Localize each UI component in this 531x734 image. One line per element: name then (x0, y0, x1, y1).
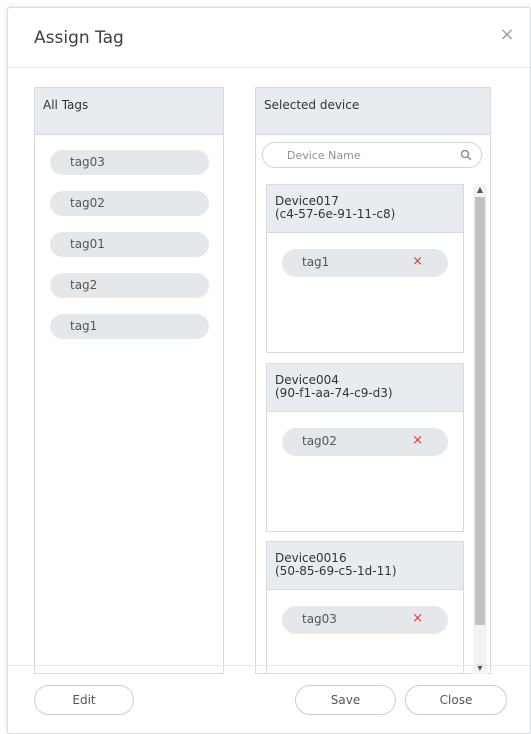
scroll-down-arrow-icon[interactable]: ▼ (473, 662, 487, 674)
scroll-thumb[interactable] (475, 197, 485, 625)
remove-tag-icon[interactable]: × (412, 254, 423, 269)
selected-device-panel: Selected device Device017 (c4-57-6e-91-1… (255, 87, 491, 674)
all-tags-header: All Tags (35, 88, 223, 135)
all-tags-panel: All Tags tag03 tag02 tag01 tag2 tag1 (34, 87, 224, 674)
remove-tag-icon[interactable]: × (412, 433, 423, 448)
device-search-input[interactable] (287, 147, 457, 163)
device-mac: (90-f1-aa-74-c9-d3) (275, 386, 393, 400)
scroll-up-arrow-icon[interactable]: ▲ (473, 184, 487, 196)
tag-item[interactable]: tag03 (50, 150, 209, 175)
device-mac: (c4-57-6e-91-11-c8) (275, 207, 396, 221)
tag-item[interactable]: tag02 (50, 191, 209, 216)
footer-divider (8, 665, 530, 666)
device-mac: (50-85-69-c5-1d-11) (275, 564, 397, 578)
assigned-tag: tag03 × (282, 606, 448, 634)
device-search-box (262, 142, 482, 168)
device-header: Device0016 (50-85-69-c5-1d-11) (267, 542, 463, 590)
selected-device-header: Selected device (256, 88, 490, 135)
assigned-tag-label: tag1 (302, 255, 330, 269)
device-header: Device004 (90-f1-aa-74-c9-d3) (267, 364, 463, 412)
edit-button[interactable]: Edit (34, 685, 134, 715)
remove-tag-icon[interactable]: × (412, 611, 423, 626)
assigned-tag-label: tag02 (302, 434, 337, 448)
save-button[interactable]: Save (295, 685, 396, 715)
tag-item[interactable]: tag1 (50, 314, 209, 339)
device-list-scrollbar[interactable]: ▲ ▼ (473, 184, 487, 674)
device-list: Device017 (c4-57-6e-91-11-c8) tag1 × Dev… (266, 184, 464, 673)
assigned-tag: tag1 × (282, 249, 448, 277)
device-card: Device004 (90-f1-aa-74-c9-d3) tag02 × (266, 363, 464, 532)
device-card: Device017 (c4-57-6e-91-11-c8) tag1 × (266, 184, 464, 353)
close-icon[interactable]: × (498, 26, 516, 44)
device-card: Device0016 (50-85-69-c5-1d-11) tag03 × (266, 541, 464, 673)
dialog-title: Assign Tag (34, 28, 124, 48)
close-button[interactable]: Close (405, 685, 507, 715)
search-icon[interactable] (460, 149, 472, 161)
tag-item[interactable]: tag01 (50, 232, 209, 257)
device-header: Device017 (c4-57-6e-91-11-c8) (267, 185, 463, 233)
assign-tag-dialog: Assign Tag × All Tags tag03 tag02 tag01 … (7, 7, 531, 734)
assigned-tag: tag02 × (282, 428, 448, 456)
tag-item[interactable]: tag2 (50, 273, 209, 298)
assigned-tag-label: tag03 (302, 612, 337, 626)
dialog-header: Assign Tag × (8, 8, 530, 68)
